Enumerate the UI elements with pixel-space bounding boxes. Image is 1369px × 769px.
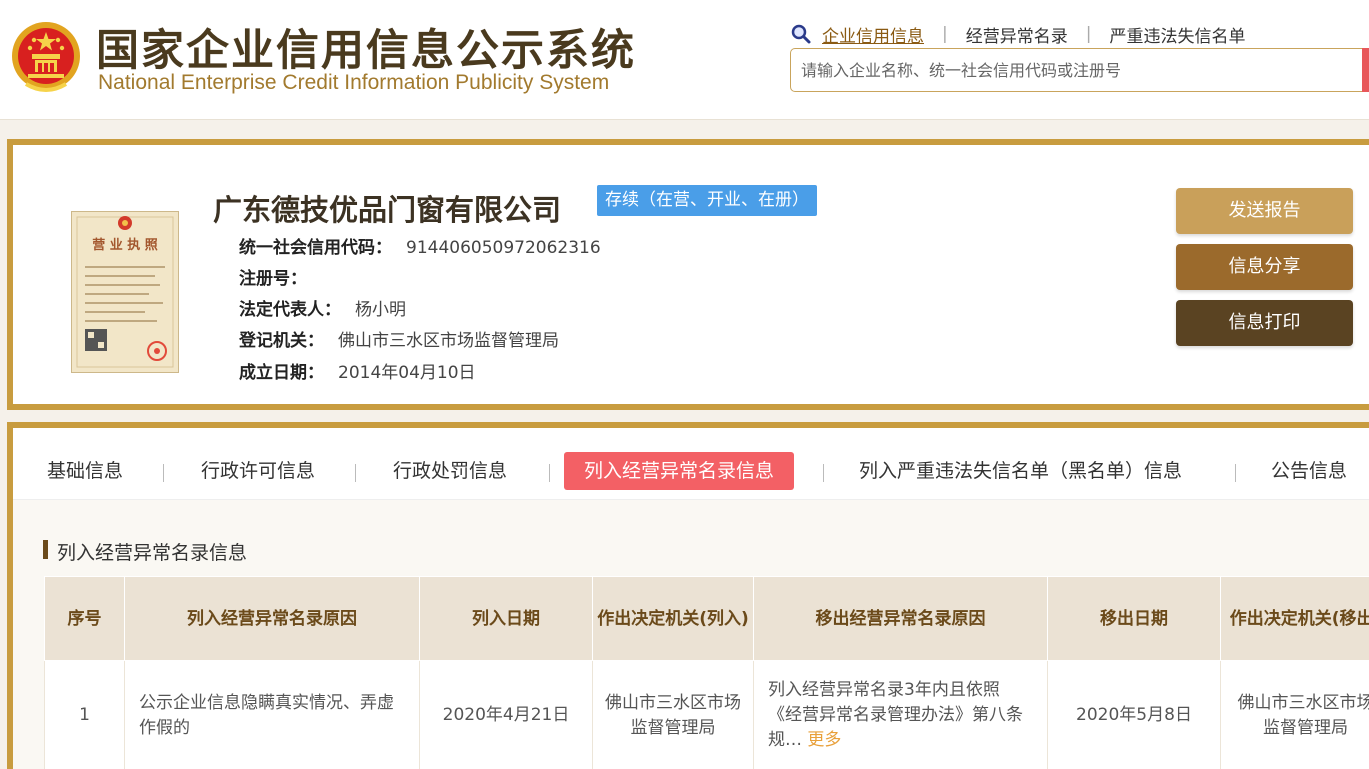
abnormal-records-table: 序号 列入经营异常名录原因 列入日期 作出决定机关(列入) 移出经营异常名录原因… xyxy=(44,576,1369,769)
cell-reason: 公示企业信息隐瞒真实情况、弄虚作假的 xyxy=(124,660,420,769)
search-tab-enterprise-credit[interactable]: 企业信用信息 xyxy=(822,22,924,47)
column-header: 作出决定机关(移出) xyxy=(1220,576,1369,661)
tab-admin-penalty[interactable]: 行政处罚信息 xyxy=(393,452,507,490)
cell-remove-reason: 列入经营异常名录3年内且依照《经营异常名录管理办法》第八条规… 更多 xyxy=(753,660,1048,769)
tab-blacklist[interactable]: 列入严重违法失信名单（黑名单）信息 xyxy=(859,452,1182,490)
column-header: 列入日期 xyxy=(419,576,593,661)
company-card: 营 业 执 照 广东德技优品门窗有限公司 存续（在营、开业、在册） 统一社会信用… xyxy=(7,139,1369,410)
site-title: 国家企业信用信息公示系统 xyxy=(96,26,636,76)
table-row: 1 公示企业信息隐瞒真实情况、弄虚作假的 2020年4月21日 佛山市三水区市场… xyxy=(44,660,1369,769)
reg-number-label: 注册号： xyxy=(239,269,307,289)
authority-label: 登记机关： xyxy=(239,331,324,351)
divider: | xyxy=(1085,24,1092,44)
column-header: 序号 xyxy=(44,576,125,661)
legal-rep-value: 杨小明 xyxy=(355,300,406,320)
cell-authority-out: 佛山市三水区市场监督管理局 xyxy=(1220,660,1369,769)
info-reg-number: 注册号： xyxy=(239,264,321,289)
info-established: 成立日期： 2014年04月10日 xyxy=(239,358,476,383)
tab-admin-license[interactable]: 行政许可信息 xyxy=(201,452,315,490)
column-header: 移出经营异常名录原因 xyxy=(753,576,1048,661)
search-icon xyxy=(791,24,811,44)
svg-text:营 业 执 照: 营 业 执 照 xyxy=(92,237,158,253)
established-value: 2014年04月10日 xyxy=(338,363,476,383)
table-header-row: 序号 列入经营异常名录原因 列入日期 作出决定机关(列入) 移出经营异常名录原因… xyxy=(44,576,1369,661)
more-link[interactable]: 更多 xyxy=(807,730,841,750)
search-box xyxy=(790,48,1369,92)
site-header: 国家企业信用信息公示系统 National Enterprise Credit … xyxy=(0,0,1369,120)
info-credit-code: 统一社会信用代码： 914406050972062316 xyxy=(239,233,601,258)
divider xyxy=(823,464,824,482)
column-header: 列入经营异常名录原因 xyxy=(124,576,420,661)
tab-announcement[interactable]: 公告信息 xyxy=(1271,452,1347,490)
status-badge: 存续（在营、开业、在册） xyxy=(597,185,817,216)
column-header: 作出决定机关(列入) xyxy=(592,576,754,661)
divider xyxy=(1235,464,1236,482)
info-authority: 登记机关： 佛山市三水区市场监督管理局 xyxy=(239,326,559,351)
column-header: 移出日期 xyxy=(1047,576,1221,661)
credit-code-value: 914406050972062316 xyxy=(406,238,601,258)
tab-basic-info[interactable]: 基础信息 xyxy=(47,452,123,490)
credit-code-label: 统一社会信用代码： xyxy=(239,238,392,258)
tab-abnormal-list[interactable]: 列入经营异常名录信息 xyxy=(564,452,795,490)
divider: | xyxy=(942,24,948,44)
legal-rep-label: 法定代表人： xyxy=(239,300,341,320)
cell-date-in: 2020年4月21日 xyxy=(419,660,593,769)
search-input[interactable] xyxy=(791,49,1351,91)
company-name: 广东德技优品门窗有限公司 xyxy=(213,193,562,227)
divider xyxy=(549,464,550,482)
section-title: 列入经营异常名录信息 xyxy=(43,538,247,565)
search-type-tabs: 企业信用信息 | 经营异常名录 | 严重违法失信名单 xyxy=(790,22,1245,47)
divider xyxy=(355,464,356,482)
national-emblem-icon xyxy=(12,22,80,92)
send-report-button[interactable]: 发送报告 xyxy=(1176,188,1353,234)
print-info-button[interactable]: 信息打印 xyxy=(1176,300,1353,346)
cell-index: 1 xyxy=(44,660,125,769)
business-license-icon: 营 业 执 照 xyxy=(71,211,179,373)
details-panel: 基础信息 行政许可信息 行政处罚信息 列入经营异常名录信息 列入严重违法失信名单… xyxy=(7,422,1369,769)
share-info-button[interactable]: 信息分享 xyxy=(1176,244,1353,290)
divider xyxy=(163,464,164,482)
cell-date-out: 2020年5月8日 xyxy=(1047,660,1221,769)
info-legal-rep: 法定代表人： 杨小明 xyxy=(239,295,406,320)
authority-value: 佛山市三水区市场监督管理局 xyxy=(338,331,559,351)
info-tabs: 基础信息 行政许可信息 行政处罚信息 列入经营异常名录信息 列入严重违法失信名单… xyxy=(13,428,1369,500)
search-button[interactable] xyxy=(1362,48,1369,92)
established-label: 成立日期： xyxy=(239,363,324,383)
search-tab-abnormal-list[interactable]: 经营异常名录 xyxy=(966,22,1068,47)
site-subtitle: National Enterprise Credit Information P… xyxy=(98,71,610,94)
search-tab-blacklist[interactable]: 严重违法失信名单 xyxy=(1109,22,1245,47)
cell-authority-in: 佛山市三水区市场监督管理局 xyxy=(592,660,754,769)
